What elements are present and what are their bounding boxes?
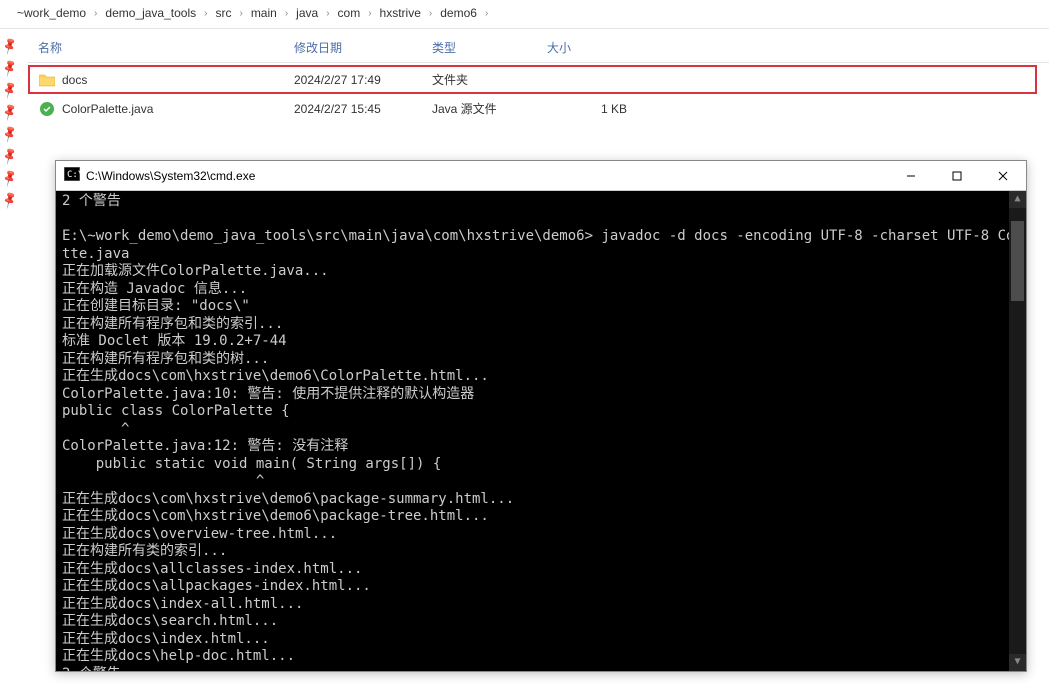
file-name: ColorPalette.java xyxy=(62,102,153,116)
breadcrumb-item[interactable]: java xyxy=(294,6,320,20)
breadcrumb-item[interactable]: demo6 xyxy=(438,6,479,20)
chevron-right-icon: › xyxy=(483,8,490,19)
file-date: 2024/2/27 15:45 xyxy=(294,102,432,116)
java-file-icon xyxy=(38,101,56,117)
pin-icon[interactable]: 📌 xyxy=(0,56,22,77)
pin-icon[interactable]: 📌 xyxy=(0,122,22,143)
cmd-window[interactable]: C:\ C:\Windows\System32\cmd.exe 2 个警告 E:… xyxy=(55,160,1027,672)
chevron-right-icon: › xyxy=(366,8,373,19)
breadcrumb: ~work_demo › demo_java_tools › src › mai… xyxy=(0,0,1049,29)
file-explorer: 名称 修改日期 类型 大小 docs 2024/2/27 17:49 文件夹 C… xyxy=(0,29,1049,121)
breadcrumb-item[interactable]: hxstrive xyxy=(378,6,423,20)
column-header-date[interactable]: 修改日期 xyxy=(294,39,432,56)
cmd-text: 2 个警告 E:\~work_demo\demo_java_tools\src\… xyxy=(62,193,1026,671)
folder-icon xyxy=(38,73,56,87)
column-header-type[interactable]: 类型 xyxy=(432,39,547,56)
file-row-docs[interactable]: docs 2024/2/27 17:49 文件夹 xyxy=(28,65,1037,94)
file-name: docs xyxy=(62,73,87,87)
chevron-right-icon: › xyxy=(427,8,434,19)
scroll-down-icon[interactable]: ▼ xyxy=(1009,654,1026,671)
breadcrumb-item[interactable]: src xyxy=(213,6,233,20)
pin-icon[interactable]: 📌 xyxy=(0,100,22,121)
chevron-right-icon: › xyxy=(237,8,244,19)
cmd-icon: C:\ xyxy=(64,167,80,184)
chevron-right-icon: › xyxy=(202,8,209,19)
chevron-right-icon: › xyxy=(92,8,99,19)
breadcrumb-item[interactable]: main xyxy=(249,6,279,20)
pin-icon[interactable]: 📌 xyxy=(0,78,22,99)
breadcrumb-item[interactable]: com xyxy=(336,6,363,20)
file-row-colorpalette[interactable]: ColorPalette.java 2024/2/27 15:45 Java 源… xyxy=(28,96,1049,121)
file-date: 2024/2/27 17:49 xyxy=(294,73,432,87)
cmd-titlebar[interactable]: C:\ C:\Windows\System32\cmd.exe xyxy=(56,161,1026,191)
svg-text:C:\: C:\ xyxy=(67,170,80,180)
chevron-right-icon: › xyxy=(283,8,290,19)
cmd-scrollbar[interactable]: ▲ ▼ xyxy=(1009,191,1026,671)
scroll-up-icon[interactable]: ▲ xyxy=(1009,191,1026,208)
close-button[interactable] xyxy=(980,161,1026,191)
file-size: 1 KB xyxy=(547,102,647,116)
column-header-size[interactable]: 大小 xyxy=(547,39,627,56)
cmd-title-text: C:\Windows\System32\cmd.exe xyxy=(86,169,255,183)
file-type: 文件夹 xyxy=(432,71,547,88)
pin-icon[interactable]: 📌 xyxy=(0,144,22,165)
breadcrumb-item[interactable]: ~work_demo xyxy=(15,6,88,20)
pin-icon[interactable]: 📌 xyxy=(0,166,22,187)
file-type: Java 源文件 xyxy=(432,100,547,117)
column-header-name[interactable]: 名称 xyxy=(38,39,294,56)
cmd-output[interactable]: 2 个警告 E:\~work_demo\demo_java_tools\src\… xyxy=(56,191,1026,671)
minimize-button[interactable] xyxy=(888,161,934,191)
quick-access-pins: 📌 📌 📌 📌 📌 📌 📌 📌 xyxy=(2,38,20,206)
breadcrumb-item[interactable]: demo_java_tools xyxy=(103,6,198,20)
file-list: docs 2024/2/27 17:49 文件夹 ColorPalette.ja… xyxy=(28,65,1049,121)
chevron-right-icon: › xyxy=(324,8,331,19)
scrollbar-thumb[interactable] xyxy=(1011,221,1024,301)
maximize-button[interactable] xyxy=(934,161,980,191)
pin-icon[interactable]: 📌 xyxy=(0,34,22,55)
file-list-header: 名称 修改日期 类型 大小 xyxy=(28,29,1049,63)
pin-icon[interactable]: 📌 xyxy=(0,188,22,209)
